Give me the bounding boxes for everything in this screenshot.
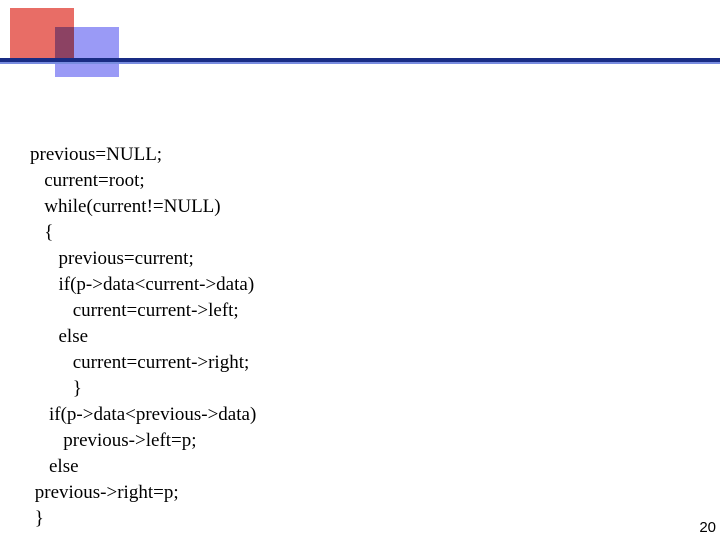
code-line: current=root;	[30, 168, 700, 194]
deco-rule-thin	[0, 62, 720, 64]
code-line: if(p->data<previous->data)	[30, 402, 700, 428]
code-line: {	[30, 220, 700, 246]
page-number: 20	[699, 519, 716, 536]
code-line: if(p->data<current->data)	[30, 272, 700, 298]
code-line: }	[30, 376, 700, 402]
code-line: current=current->left;	[30, 298, 700, 324]
code-line: }	[30, 506, 700, 532]
code-line: else	[30, 454, 700, 480]
code-line: current=current->right;	[30, 350, 700, 376]
code-line: while(current!=NULL)	[30, 194, 700, 220]
code-block: previous=NULL; current=root; while(curre…	[30, 142, 700, 532]
code-line: else	[30, 324, 700, 350]
code-line: previous=NULL;	[30, 142, 700, 168]
slide: previous=NULL; current=root; while(curre…	[0, 0, 720, 540]
code-line: previous->left=p;	[30, 428, 700, 454]
code-line: previous->right=p;	[30, 480, 700, 506]
deco-red-square	[10, 8, 74, 58]
code-line: previous=current;	[30, 246, 700, 272]
header-decoration	[0, 0, 720, 95]
